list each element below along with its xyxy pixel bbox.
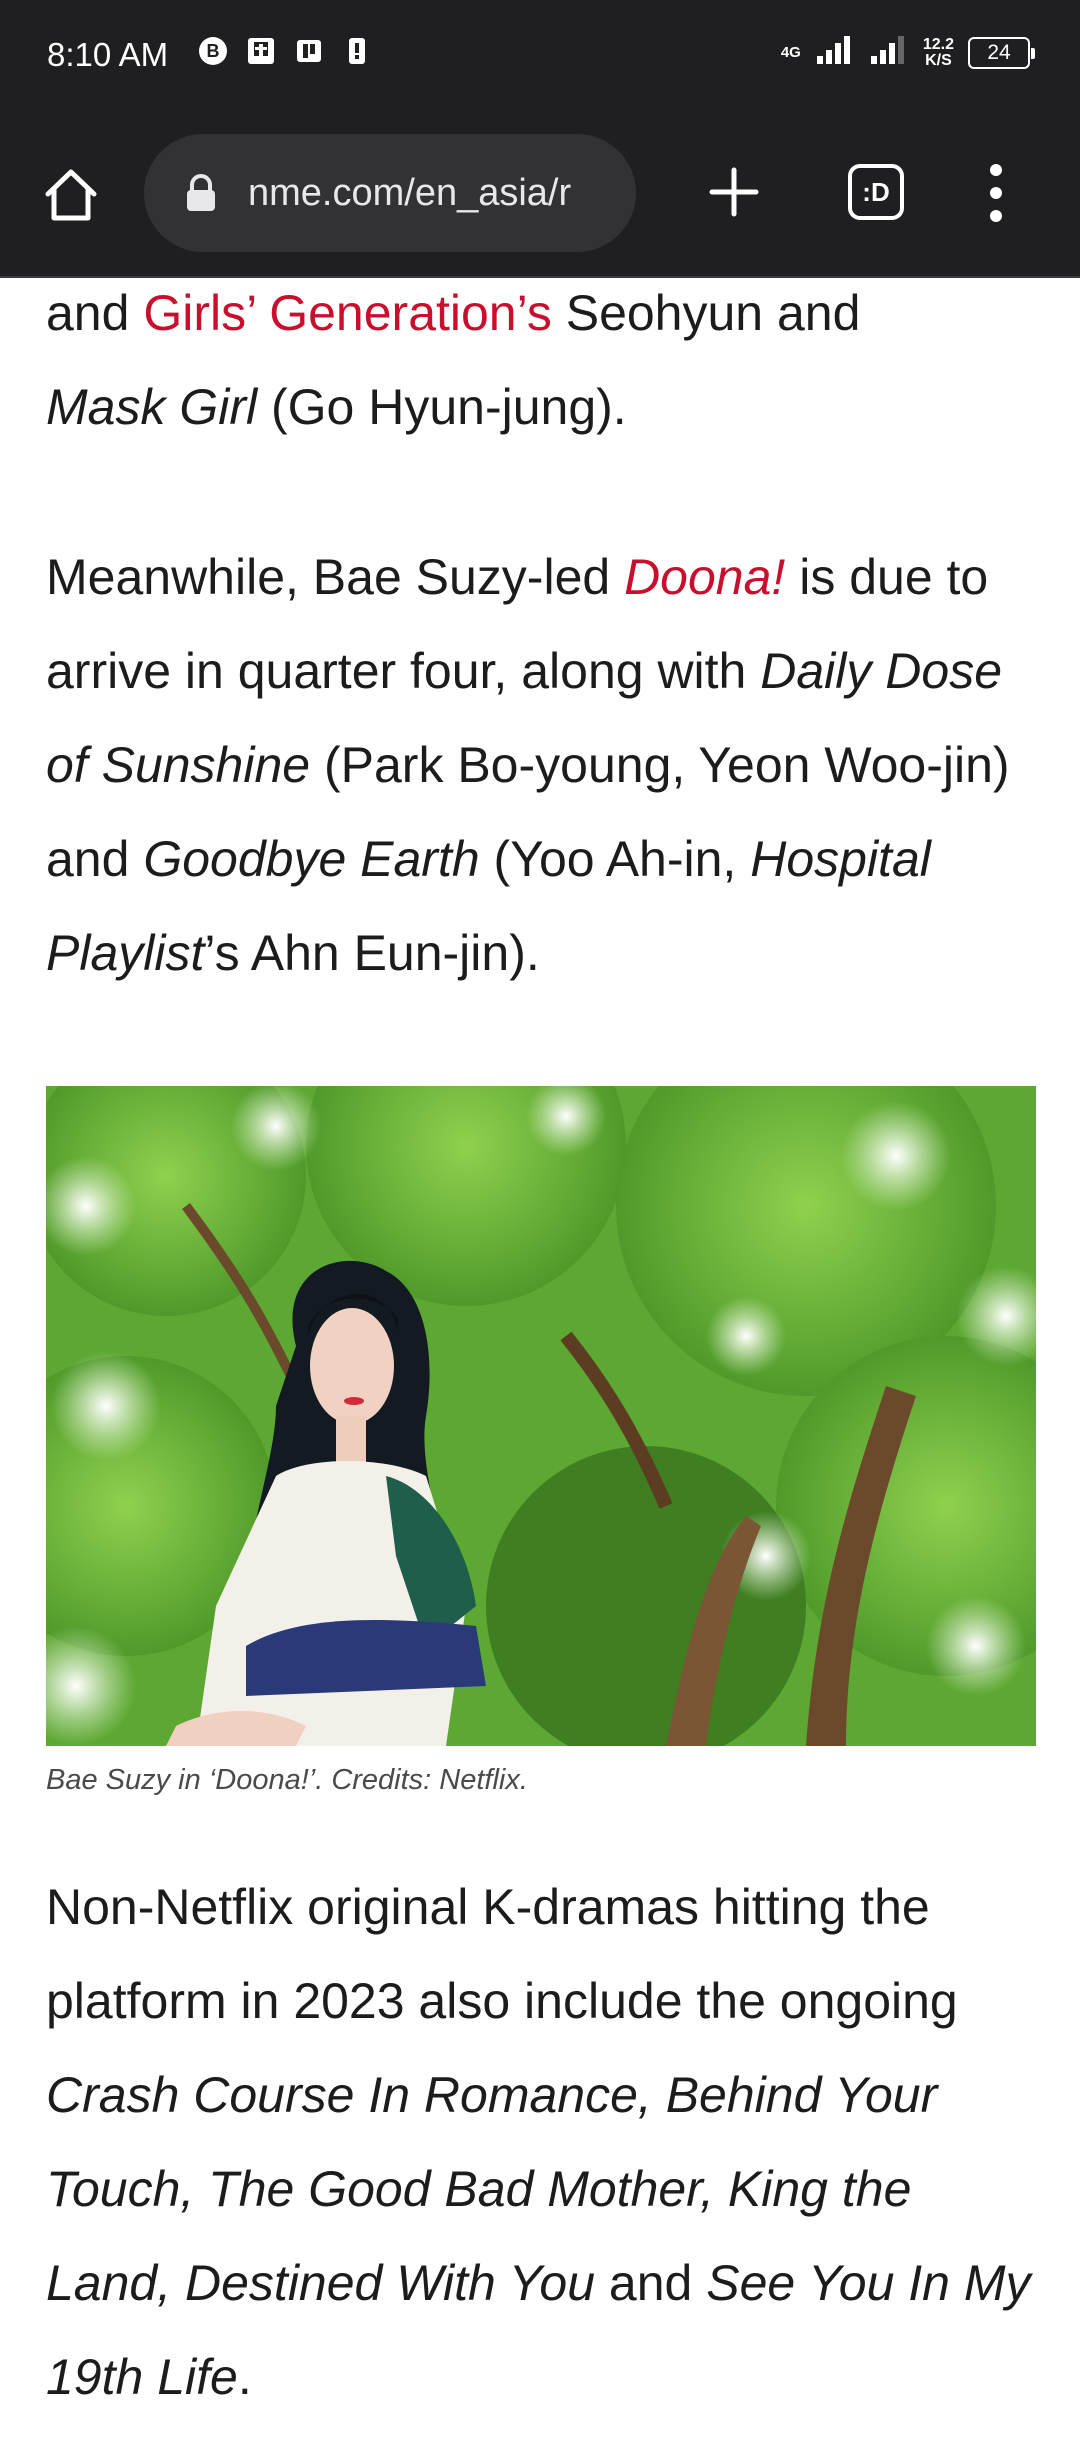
status-time: 8:10 AM (47, 36, 169, 73)
battery-icon: 24 (968, 36, 1035, 69)
notification-icon (342, 36, 372, 66)
lock-icon[interactable] (184, 173, 218, 213)
network-speed: 12.2 K/S (922, 35, 954, 69)
svg-text:B: B (207, 41, 220, 61)
network-type: 4G (780, 44, 801, 61)
status-bar: 8:10 AM B 4G 12.2 K/S 24 (0, 0, 1080, 108)
article-body: and Girls’ Generation’s Seohyun and Mask… (46, 266, 1036, 2424)
paragraph: Non-Netflix original K-dramas hitting th… (46, 1879, 1031, 2405)
menu-icon[interactable] (978, 158, 1014, 228)
status-right: 4G 12.2 K/S 24 (780, 34, 1035, 71)
tv-icon (246, 36, 276, 66)
plus-icon[interactable] (706, 164, 762, 220)
tabs-label: :D (862, 176, 890, 207)
article-photo[interactable] (46, 1086, 1036, 1746)
link-girls-generation[interactable]: Girls’ Generation’s (143, 285, 552, 341)
image-caption: Bae Suzy in ‘Doona!’. Credits: Netflix. (46, 1764, 528, 1796)
signal-icon (815, 34, 855, 71)
browser-toolbar: nme.com/en_asia/r :D (0, 108, 1080, 278)
signal-icon (869, 34, 909, 71)
paragraph: and Girls’ Generation’s Seohyun and Mask… (46, 285, 861, 435)
link-doona[interactable]: Doona! (624, 549, 785, 605)
battery-level: 24 (987, 40, 1011, 64)
home-icon[interactable] (40, 164, 102, 226)
url-text[interactable]: nme.com/en_asia/r (248, 172, 571, 215)
b-circle-icon: B (198, 36, 228, 66)
notification-icons: B (198, 36, 372, 66)
address-bar[interactable]: nme.com/en_asia/r (144, 134, 636, 252)
paragraph: Meanwhile, Bae Suzy-led Doona! is due to… (46, 549, 1010, 981)
tabs-icon[interactable]: :D (848, 164, 904, 220)
article-figure: Bae Suzy in ‘Doona!’. Credits: Netflix. (46, 1086, 1036, 1800)
paytm-icon (294, 36, 324, 66)
